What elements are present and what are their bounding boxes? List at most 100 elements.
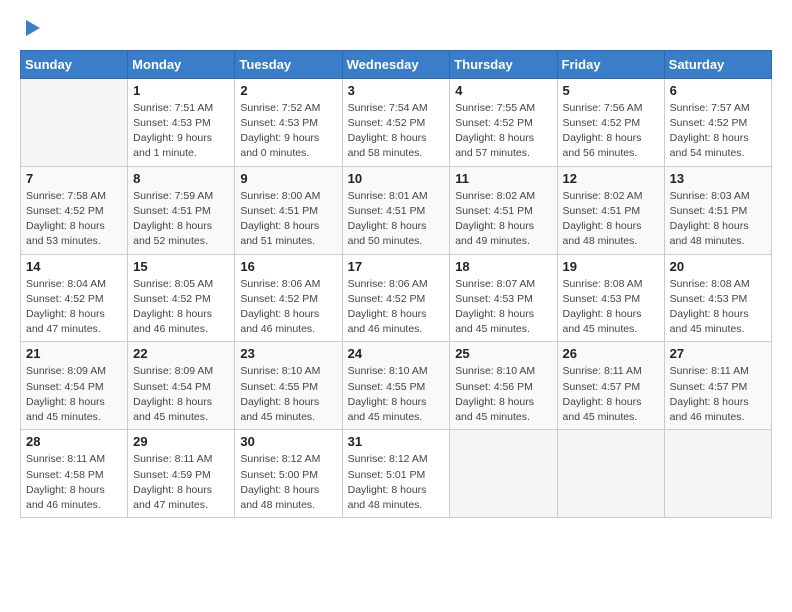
calendar-cell: 24 Sunrise: 8:10 AM Sunset: 4:55 PM Dayli… — [342, 342, 450, 430]
day-number: 12 — [563, 171, 659, 186]
calendar-cell: 5 Sunrise: 7:56 AM Sunset: 4:52 PM Daylig… — [557, 78, 664, 166]
calendar-cell: 26 Sunrise: 8:11 AM Sunset: 4:57 PM Dayli… — [557, 342, 664, 430]
day-info: Sunrise: 8:01 AM Sunset: 4:51 PM Dayligh… — [348, 189, 445, 250]
calendar-cell: 4 Sunrise: 7:55 AM Sunset: 4:52 PM Daylig… — [450, 78, 557, 166]
day-info: Sunrise: 7:55 AM Sunset: 4:52 PM Dayligh… — [455, 101, 551, 162]
day-number: 16 — [240, 259, 336, 274]
day-number: 11 — [455, 171, 551, 186]
day-info: Sunrise: 7:58 AM Sunset: 4:52 PM Dayligh… — [26, 189, 122, 250]
day-number: 9 — [240, 171, 336, 186]
day-info: Sunrise: 8:07 AM Sunset: 4:53 PM Dayligh… — [455, 277, 551, 338]
calendar-cell — [450, 430, 557, 518]
calendar-cell: 19 Sunrise: 8:08 AM Sunset: 4:53 PM Dayli… — [557, 254, 664, 342]
calendar-cell: 9 Sunrise: 8:00 AM Sunset: 4:51 PM Daylig… — [235, 166, 342, 254]
day-info: Sunrise: 8:11 AM Sunset: 4:57 PM Dayligh… — [670, 364, 766, 425]
calendar-cell: 16 Sunrise: 8:06 AM Sunset: 4:52 PM Dayli… — [235, 254, 342, 342]
day-of-week-header: Tuesday — [235, 50, 342, 78]
calendar-cell: 10 Sunrise: 8:01 AM Sunset: 4:51 PM Dayli… — [342, 166, 450, 254]
day-info: Sunrise: 8:03 AM Sunset: 4:51 PM Dayligh… — [670, 189, 766, 250]
calendar-cell: 2 Sunrise: 7:52 AM Sunset: 4:53 PM Daylig… — [235, 78, 342, 166]
day-of-week-header: Thursday — [450, 50, 557, 78]
day-info: Sunrise: 8:02 AM Sunset: 4:51 PM Dayligh… — [563, 189, 659, 250]
day-of-week-header: Friday — [557, 50, 664, 78]
day-number: 27 — [670, 346, 766, 361]
day-number: 28 — [26, 434, 122, 449]
day-info: Sunrise: 8:11 AM Sunset: 4:59 PM Dayligh… — [133, 452, 229, 513]
day-info: Sunrise: 7:51 AM Sunset: 4:53 PM Dayligh… — [133, 101, 229, 162]
day-info: Sunrise: 8:11 AM Sunset: 4:57 PM Dayligh… — [563, 364, 659, 425]
day-info: Sunrise: 7:54 AM Sunset: 4:52 PM Dayligh… — [348, 101, 445, 162]
day-number: 22 — [133, 346, 229, 361]
calendar-cell: 3Sunrise: 7:54 AM Sunset: 4:52 PM Daylig… — [342, 78, 450, 166]
logo — [20, 20, 40, 40]
calendar-cell: 31 Sunrise: 8:12 AM Sunset: 5:01 PM Dayli… — [342, 430, 450, 518]
day-number: 19 — [563, 259, 659, 274]
day-number: 20 — [670, 259, 766, 274]
day-info: Sunrise: 8:11 AM Sunset: 4:58 PM Dayligh… — [26, 452, 122, 513]
calendar-cell — [21, 78, 128, 166]
day-of-week-header: Sunday — [21, 50, 128, 78]
day-number: 30 — [240, 434, 336, 449]
day-number: 8 — [133, 171, 229, 186]
calendar-cell: 7 Sunrise: 7:58 AM Sunset: 4:52 PM Daylig… — [21, 166, 128, 254]
day-info: Sunrise: 7:52 AM Sunset: 4:53 PM Dayligh… — [240, 101, 336, 162]
calendar-cell: 15Sunrise: 8:05 AM Sunset: 4:52 PM Dayli… — [128, 254, 235, 342]
day-info: Sunrise: 8:08 AM Sunset: 4:53 PM Dayligh… — [563, 277, 659, 338]
day-info: Sunrise: 8:00 AM Sunset: 4:51 PM Dayligh… — [240, 189, 336, 250]
day-info: Sunrise: 8:06 AM Sunset: 4:52 PM Dayligh… — [240, 277, 336, 338]
calendar-cell — [664, 430, 771, 518]
day-info: Sunrise: 8:08 AM Sunset: 4:53 PM Dayligh… — [670, 277, 766, 338]
calendar-cell: 6 Sunrise: 7:57 AM Sunset: 4:52 PM Daylig… — [664, 78, 771, 166]
day-number: 14 — [26, 259, 122, 274]
calendar-cell: 22 Sunrise: 8:09 AM Sunset: 4:54 PM Dayli… — [128, 342, 235, 430]
day-info: Sunrise: 8:10 AM Sunset: 4:55 PM Dayligh… — [240, 364, 336, 425]
day-number: 17 — [348, 259, 445, 274]
calendar-cell: 13 Sunrise: 8:03 AM Sunset: 4:51 PM Dayli… — [664, 166, 771, 254]
calendar-cell: 1 Sunrise: 7:51 AM Sunset: 4:53 PM Daylig… — [128, 78, 235, 166]
calendar-table: SundayMondayTuesdayWednesdayThursdayFrid… — [20, 50, 772, 518]
day-of-week-header: Saturday — [664, 50, 771, 78]
day-number: 24 — [348, 346, 445, 361]
calendar-cell: 27 Sunrise: 8:11 AM Sunset: 4:57 PM Dayli… — [664, 342, 771, 430]
day-info: Sunrise: 7:57 AM Sunset: 4:52 PM Dayligh… — [670, 101, 766, 162]
day-info: Sunrise: 7:56 AM Sunset: 4:52 PM Dayligh… — [563, 101, 659, 162]
calendar-cell: 12 Sunrise: 8:02 AM Sunset: 4:51 PM Dayli… — [557, 166, 664, 254]
day-number: 23 — [240, 346, 336, 361]
day-info: Sunrise: 8:09 AM Sunset: 4:54 PM Dayligh… — [26, 364, 122, 425]
day-info: Sunrise: 8:06 AM Sunset: 4:52 PM Dayligh… — [348, 277, 445, 338]
calendar-cell: 28 Sunrise: 8:11 AM Sunset: 4:58 PM Dayli… — [21, 430, 128, 518]
calendar-cell: 20 Sunrise: 8:08 AM Sunset: 4:53 PM Dayli… — [664, 254, 771, 342]
calendar-cell: 21Sunrise: 8:09 AM Sunset: 4:54 PM Dayli… — [21, 342, 128, 430]
calendar-cell: 18 Sunrise: 8:07 AM Sunset: 4:53 PM Dayli… — [450, 254, 557, 342]
day-info: Sunrise: 8:10 AM Sunset: 4:56 PM Dayligh… — [455, 364, 551, 425]
day-info: Sunrise: 8:12 AM Sunset: 5:00 PM Dayligh… — [240, 452, 336, 513]
logo-arrow-icon — [26, 20, 40, 36]
day-number: 7 — [26, 171, 122, 186]
calendar-cell — [557, 430, 664, 518]
calendar-cell: 17 Sunrise: 8:06 AM Sunset: 4:52 PM Dayli… — [342, 254, 450, 342]
calendar-cell: 8 Sunrise: 7:59 AM Sunset: 4:51 PM Daylig… — [128, 166, 235, 254]
day-number: 29 — [133, 434, 229, 449]
day-of-week-header: Monday — [128, 50, 235, 78]
day-number: 4 — [455, 83, 551, 98]
day-info: Sunrise: 8:12 AM Sunset: 5:01 PM Dayligh… — [348, 452, 445, 513]
day-number: 25 — [455, 346, 551, 361]
day-info: Sunrise: 8:10 AM Sunset: 4:55 PM Dayligh… — [348, 364, 445, 425]
day-number: 26 — [563, 346, 659, 361]
day-info: Sunrise: 8:05 AM Sunset: 4:52 PM Dayligh… — [133, 277, 229, 338]
day-number: 18 — [455, 259, 551, 274]
day-info: Sunrise: 7:59 AM Sunset: 4:51 PM Dayligh… — [133, 189, 229, 250]
day-number: 2 — [240, 83, 336, 98]
day-of-week-header: Wednesday — [342, 50, 450, 78]
day-number: 13 — [670, 171, 766, 186]
day-number: 5 — [563, 83, 659, 98]
calendar-cell: 30 Sunrise: 8:12 AM Sunset: 5:00 PM Dayli… — [235, 430, 342, 518]
day-number: 6 — [670, 83, 766, 98]
day-info: Sunrise: 8:02 AM Sunset: 4:51 PM Dayligh… — [455, 189, 551, 250]
day-info: Sunrise: 8:09 AM Sunset: 4:54 PM Dayligh… — [133, 364, 229, 425]
day-number: 10 — [348, 171, 445, 186]
calendar-cell: 23 Sunrise: 8:10 AM Sunset: 4:55 PM Dayli… — [235, 342, 342, 430]
day-number: 31 — [348, 434, 445, 449]
calendar-cell: 25 Sunrise: 8:10 AM Sunset: 4:56 PM Dayli… — [450, 342, 557, 430]
day-number: 1 — [133, 83, 229, 98]
